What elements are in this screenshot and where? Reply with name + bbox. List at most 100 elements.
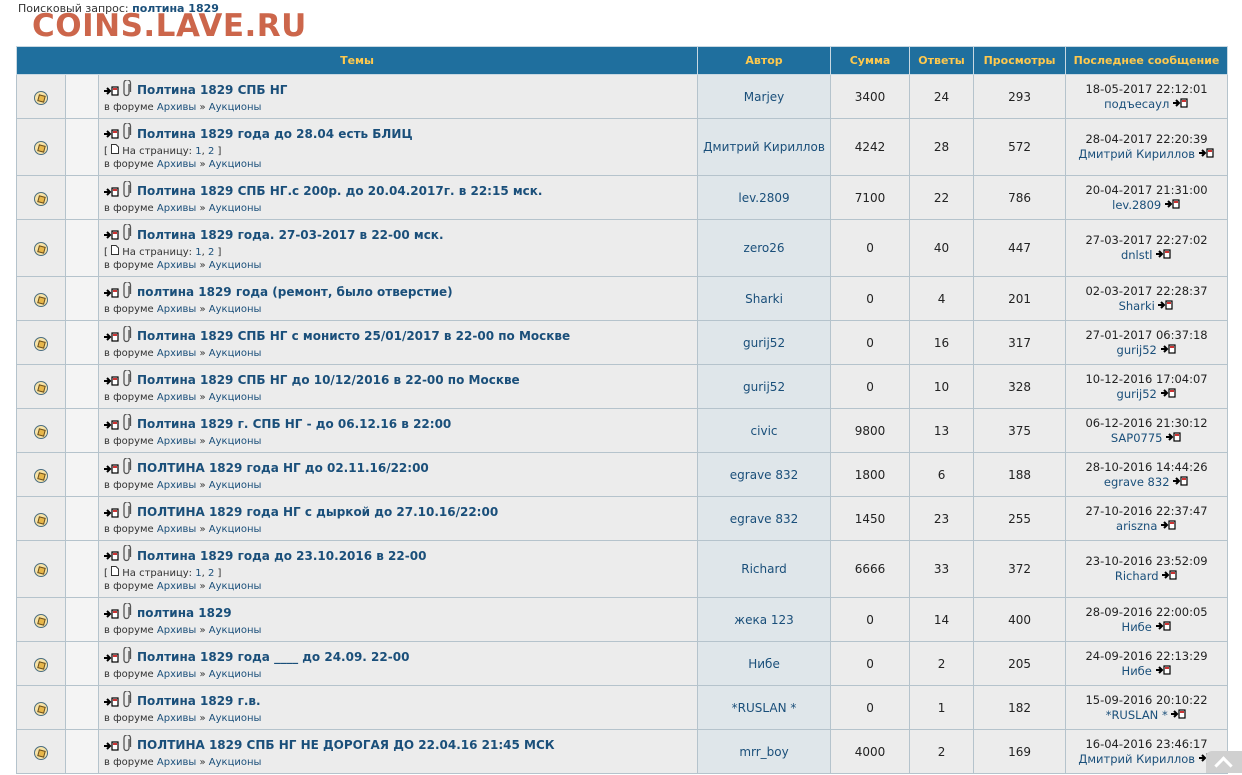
goto-last-post-icon[interactable]	[1158, 299, 1174, 314]
forum-archive-link[interactable]: Архивы	[157, 304, 196, 315]
goto-newest-icon[interactable]	[104, 459, 120, 478]
topic-title-link[interactable]: Полтина 1829 года ____ до 24.09. 22-00	[137, 650, 409, 664]
topic-title-link[interactable]: полтина 1829 года (ремонт, было отверсти…	[137, 285, 453, 299]
forum-archive-link[interactable]: Архивы	[157, 713, 196, 724]
goto-last-post-icon[interactable]	[1161, 519, 1177, 534]
author-link[interactable]: Richard	[741, 562, 787, 576]
forum-auctions-link[interactable]: Аукционы	[209, 260, 262, 271]
last-post-user-link[interactable]: Richard	[1115, 569, 1159, 583]
scroll-to-top-button[interactable]	[1206, 751, 1242, 773]
goto-newest-icon[interactable]	[104, 415, 120, 434]
goto-newest-icon[interactable]	[104, 503, 120, 522]
forum-archive-link[interactable]: Архивы	[157, 392, 196, 403]
forum-archive-link[interactable]: Архивы	[157, 757, 196, 768]
topic-title-link[interactable]: Полтина 1829 СПБ НГ.с 200р. до 20.04.201…	[137, 184, 542, 198]
goto-last-post-icon[interactable]	[1198, 147, 1215, 162]
forum-archive-link[interactable]: Архивы	[157, 159, 196, 170]
last-post-user-link[interactable]: ariszna	[1116, 519, 1157, 533]
author-link[interactable]: *RUSLAN *	[732, 701, 797, 715]
goto-newest-icon[interactable]	[104, 182, 120, 201]
author-link[interactable]: Нибе	[748, 657, 780, 671]
goto-newest-icon[interactable]	[104, 283, 120, 302]
topic-title-link[interactable]: Полтина 1829 года до 23.10.2016 в 22-00	[137, 549, 426, 563]
forum-auctions-link[interactable]: Аукционы	[209, 581, 262, 592]
page-2-link[interactable]: 2	[208, 146, 214, 157]
page-1-link[interactable]: 1	[195, 568, 201, 579]
last-post-user-link[interactable]: lev.2809	[1112, 198, 1161, 212]
author-link[interactable]: lev.2809	[738, 191, 789, 205]
forum-auctions-link[interactable]: Аукционы	[209, 348, 262, 359]
last-post-user-link[interactable]: *RUSLAN *	[1106, 708, 1168, 722]
goto-last-post-icon[interactable]	[1162, 569, 1178, 584]
last-post-user-link[interactable]: Дмитрий Кириллов	[1078, 147, 1195, 161]
last-post-user-link[interactable]: Дмитрий Кириллов	[1078, 752, 1195, 766]
forum-auctions-link[interactable]: Аукционы	[209, 669, 262, 680]
forum-archive-link[interactable]: Архивы	[157, 348, 196, 359]
forum-archive-link[interactable]: Архивы	[157, 480, 196, 491]
goto-newest-icon[interactable]	[104, 371, 120, 390]
forum-archive-link[interactable]: Архивы	[157, 436, 196, 447]
goto-last-post-icon[interactable]	[1155, 664, 1172, 679]
forum-auctions-link[interactable]: Аукционы	[209, 392, 262, 403]
author-link[interactable]: жека 123	[734, 613, 794, 627]
goto-newest-icon[interactable]	[104, 81, 120, 100]
author-link[interactable]: gurij52	[743, 380, 785, 394]
author-link[interactable]: zero26	[744, 241, 785, 255]
forum-archive-link[interactable]: Архивы	[157, 669, 196, 680]
author-link[interactable]: egrave 832	[730, 468, 799, 482]
goto-last-post-icon[interactable]	[1155, 620, 1172, 635]
last-post-user-link[interactable]: dnlstl	[1121, 248, 1152, 262]
page-2-link[interactable]: 2	[208, 247, 214, 258]
goto-last-post-icon[interactable]	[1164, 198, 1181, 213]
last-post-user-link[interactable]: подъесаул	[1104, 97, 1169, 111]
goto-newest-icon[interactable]	[104, 124, 120, 143]
topic-title-link[interactable]: Полтина 1829 СПБ НГ с монисто 25/01/2017…	[137, 329, 570, 343]
author-link[interactable]: Sharki	[745, 292, 783, 306]
forum-auctions-link[interactable]: Аукционы	[209, 159, 262, 170]
last-post-user-link[interactable]: SAP0775	[1111, 431, 1163, 445]
forum-archive-link[interactable]: Архивы	[157, 524, 196, 535]
forum-auctions-link[interactable]: Аукционы	[209, 757, 262, 768]
topic-title-link[interactable]: Полтина 1829 г.в.	[137, 694, 261, 708]
goto-newest-icon[interactable]	[104, 648, 120, 667]
forum-auctions-link[interactable]: Аукционы	[209, 713, 262, 724]
page-1-link[interactable]: 1	[195, 247, 201, 258]
goto-newest-icon[interactable]	[104, 327, 120, 346]
goto-newest-icon[interactable]	[104, 225, 120, 244]
forum-auctions-link[interactable]: Аукционы	[209, 102, 262, 113]
author-link[interactable]: civic	[751, 424, 778, 438]
forum-archive-link[interactable]: Архивы	[157, 581, 196, 592]
topic-title-link[interactable]: полтина 1829	[137, 606, 232, 620]
topic-title-link[interactable]: ПОЛТИНА 1829 года НГ с дыркой до 27.10.1…	[137, 505, 498, 519]
topic-title-link[interactable]: ПОЛТИНА 1829 СПБ НГ НЕ ДОРОГАЯ ДО 22.04.…	[137, 738, 555, 752]
author-link[interactable]: egrave 832	[730, 512, 799, 526]
last-post-user-link[interactable]: Нибе	[1122, 664, 1152, 678]
last-post-user-link[interactable]: Sharki	[1119, 299, 1155, 313]
goto-last-post-icon[interactable]	[1172, 97, 1189, 112]
forum-archive-link[interactable]: Архивы	[157, 625, 196, 636]
goto-newest-icon[interactable]	[104, 692, 120, 711]
forum-auctions-link[interactable]: Аукционы	[209, 625, 262, 636]
forum-auctions-link[interactable]: Аукционы	[209, 480, 262, 491]
goto-last-post-icon[interactable]	[1173, 475, 1189, 490]
forum-archive-link[interactable]: Архивы	[157, 260, 196, 271]
forum-auctions-link[interactable]: Аукционы	[209, 304, 262, 315]
forum-archive-link[interactable]: Архивы	[157, 203, 196, 214]
page-1-link[interactable]: 1	[195, 146, 201, 157]
author-link[interactable]: gurij52	[743, 336, 785, 350]
topic-title-link[interactable]: Полтина 1829 г. СПБ НГ - до 06.12.16 в 2…	[137, 417, 451, 431]
author-link[interactable]: mrr_boy	[739, 745, 788, 759]
goto-last-post-icon[interactable]	[1160, 343, 1177, 358]
forum-archive-link[interactable]: Архивы	[157, 102, 196, 113]
topic-title-link[interactable]: Полтина 1829 года до 28.04 есть БЛИЦ	[137, 127, 413, 141]
last-post-user-link[interactable]: gurij52	[1117, 387, 1157, 401]
goto-newest-icon[interactable]	[104, 736, 120, 755]
last-post-user-link[interactable]: Нибе	[1122, 620, 1152, 634]
last-post-user-link[interactable]: gurij52	[1117, 343, 1157, 357]
goto-last-post-icon[interactable]	[1166, 431, 1182, 446]
author-link[interactable]: Marjey	[744, 90, 784, 104]
goto-newest-icon[interactable]	[104, 546, 120, 565]
topic-title-link[interactable]: Полтина 1829 СПБ НГ	[137, 83, 287, 97]
forum-auctions-link[interactable]: Аукционы	[209, 203, 262, 214]
goto-last-post-icon[interactable]	[1160, 387, 1177, 402]
